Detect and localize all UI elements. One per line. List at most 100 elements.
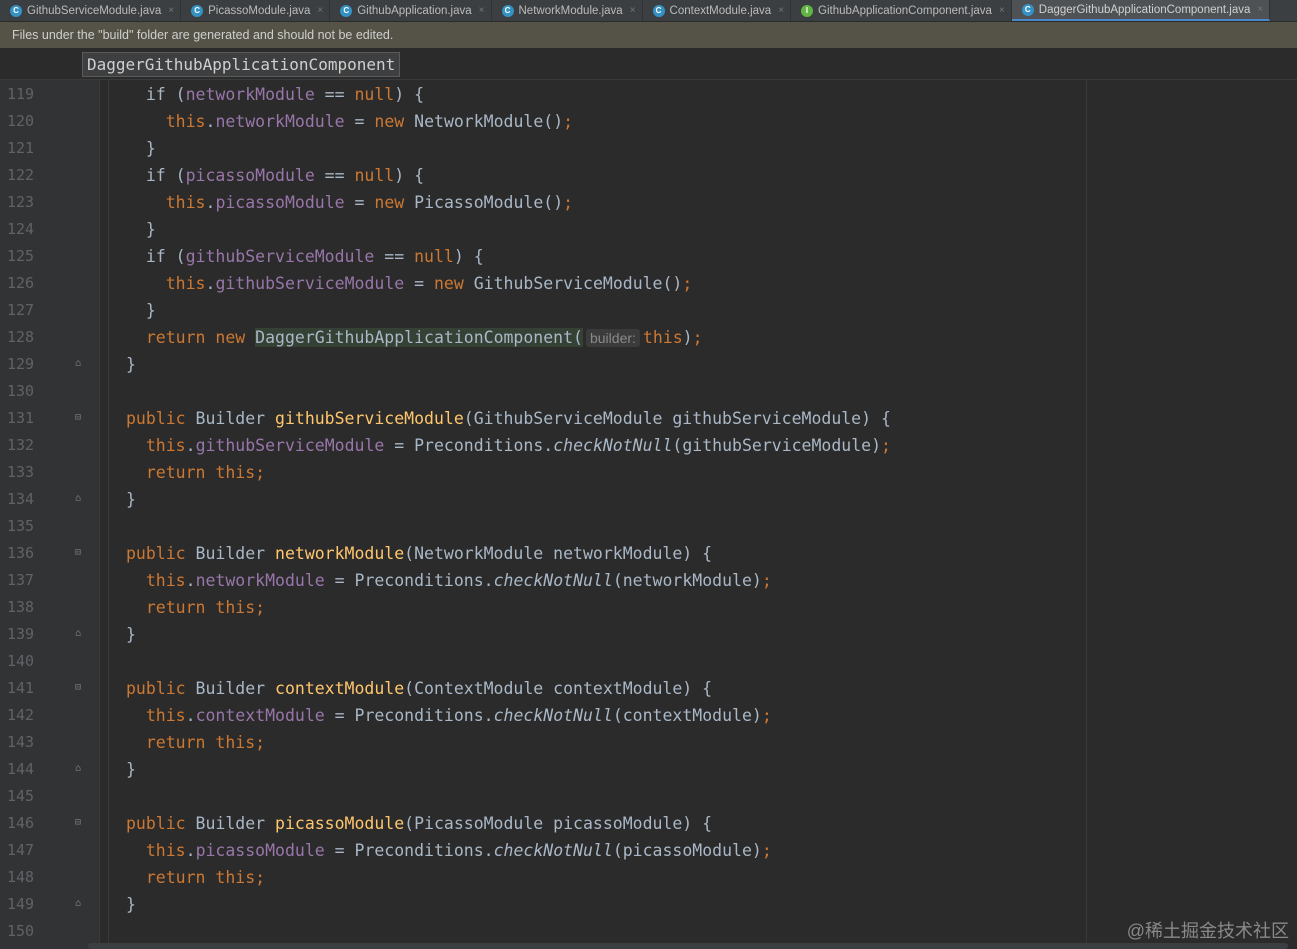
editor-tab[interactable]: C ContextModule.java × (643, 0, 792, 21)
fold-start-icon[interactable]: ⊟ (72, 412, 84, 424)
line-number: 142 (7, 706, 35, 724)
line-number: 147 (7, 841, 35, 859)
fold-end-icon[interactable]: ⌂ (72, 493, 84, 505)
code-text: } (126, 625, 136, 644)
code-line: 137 this.networkModule = Preconditions.c… (0, 567, 1297, 594)
code-line: 140 (0, 648, 1297, 675)
close-icon[interactable]: × (778, 5, 784, 16)
code-line: 144 ⌂} (0, 756, 1297, 783)
code-text: if (githubServiceModule == null) { (126, 247, 484, 266)
fold-end-icon[interactable]: ⌂ (72, 763, 84, 775)
line-number: 120 (7, 112, 35, 130)
line-number: 138 (7, 598, 35, 616)
code-line: 146 ⊟ public Builder picassoModule(Picasso… (0, 810, 1297, 837)
class-file-icon: C (652, 4, 665, 17)
code-text: } (126, 220, 156, 239)
line-number: 133 (7, 463, 35, 481)
generated-files-banner: Files under the "build" folder are gener… (0, 22, 1297, 48)
code-text: this.networkModule = new NetworkModule()… (165, 112, 574, 131)
line-number: 123 (7, 193, 35, 211)
fold-end-icon[interactable]: ⌂ (72, 898, 84, 910)
code-line: 130 (0, 378, 1297, 405)
line-number: 128 (7, 328, 35, 346)
fold-start-icon[interactable]: ⊟ (72, 817, 84, 829)
tab-label: GithubApplication.java (357, 4, 472, 17)
code-line: 124 } (0, 216, 1297, 243)
code-line: 125 if (githubServiceModule == null) { (0, 243, 1297, 270)
code-text: } (126, 301, 156, 320)
line-number: 141 (7, 679, 35, 697)
close-icon[interactable]: × (1257, 4, 1263, 15)
line-number: 132 (7, 436, 35, 454)
code-line: 142 this.contextModule = Preconditions.c… (0, 702, 1297, 729)
line-number: 122 (7, 166, 35, 184)
line-number: 145 (7, 787, 35, 805)
close-icon[interactable]: × (168, 5, 174, 16)
editor-tab[interactable]: C GithubServiceModule.java × (0, 0, 182, 21)
fold-end-icon[interactable]: ⌂ (72, 358, 84, 370)
code-line: 141 ⊟ public Builder contextModule(Context… (0, 675, 1297, 702)
code-line: 132 this.githubServiceModule = Precondit… (0, 432, 1297, 459)
close-icon[interactable]: × (630, 5, 636, 16)
fold-start-icon[interactable]: ⊟ (72, 682, 84, 694)
code-text: } (126, 139, 156, 158)
editor-tab[interactable]: I GithubApplicationComponent.java × (791, 0, 1012, 21)
code-text: public Builder contextModule(ContextModu… (126, 679, 713, 698)
fold-start-icon[interactable]: ⊟ (72, 547, 84, 559)
breadcrumb[interactable]: DaggerGithubApplicationComponent (82, 52, 401, 77)
code-line: 128 return new DaggerGithubApplicationCo… (0, 324, 1297, 351)
code-line: 129 ⌂} (0, 351, 1297, 378)
line-number: 134 (7, 490, 35, 508)
code-line: 145 (0, 783, 1297, 810)
tab-label: GithubServiceModule.java (27, 4, 162, 17)
line-number: 131 (7, 409, 35, 427)
code-text: } (126, 355, 136, 374)
line-number: 119 (7, 85, 35, 103)
code-text: return this; (145, 868, 266, 887)
editor-tab[interactable]: C GithubApplication.java × (330, 0, 492, 21)
code-text: this.picassoModule = new PicassoModule()… (165, 193, 574, 212)
code-line: 123 this.picassoModule = new PicassoModu… (0, 189, 1297, 216)
line-number: 135 (7, 517, 35, 535)
breadcrumb-bar: DaggerGithubApplicationComponent (0, 48, 1297, 80)
line-number: 129 (7, 355, 35, 373)
code-line: 139 ⌂} (0, 621, 1297, 648)
code-line: 150 (0, 918, 1297, 945)
editor-tab[interactable]: C NetworkModule.java × (492, 0, 643, 21)
class-file-icon: C (340, 4, 353, 17)
code-line: 143 return this; (0, 729, 1297, 756)
line-number: 124 (7, 220, 35, 238)
fold-end-icon[interactable]: ⌂ (72, 628, 84, 640)
code-line: 122 if (picassoModule == null) { (0, 162, 1297, 189)
code-text: this.picassoModule = Preconditions.check… (145, 841, 772, 860)
code-line: 121 } (0, 135, 1297, 162)
code-text: this.githubServiceModule = new GithubSer… (165, 274, 693, 293)
code-line: 119 if (networkModule == null) { (0, 81, 1297, 108)
close-icon[interactable]: × (999, 5, 1005, 16)
class-file-icon: C (1021, 3, 1034, 16)
code-text: return new DaggerGithubApplicationCompon… (145, 328, 703, 347)
editor-tab[interactable]: C DaggerGithubApplicationComponent.java × (1011, 0, 1271, 21)
watermark: @稀土掘金技术社区 (1126, 921, 1289, 941)
tab-label: DaggerGithubApplicationComponent.java (1038, 3, 1251, 16)
line-number: 136 (7, 544, 35, 562)
code-line: 147 this.picassoModule = Preconditions.c… (0, 837, 1297, 864)
code-line: 134 ⌂} (0, 486, 1297, 513)
horizontal-scrollbar[interactable] (88, 943, 1288, 949)
code-line: 135 (0, 513, 1297, 540)
editor-tab-bar: C GithubServiceModule.java × C PicassoModule… (0, 0, 1297, 22)
tab-label: NetworkModule.java (518, 4, 623, 17)
class-file-icon: C (501, 4, 514, 17)
close-icon[interactable]: × (317, 5, 323, 16)
code-line: 120 this.networkModule = new NetworkModu… (0, 108, 1297, 135)
line-number: 137 (7, 571, 35, 589)
line-number: 150 (7, 922, 35, 940)
line-number: 127 (7, 301, 35, 319)
code-line: 133 return this; (0, 459, 1297, 486)
code-line: 148 return this; (0, 864, 1297, 891)
class-file-icon: C (191, 4, 204, 17)
code-text: return this; (145, 463, 266, 482)
editor-tab[interactable]: C PicassoModule.java × (181, 0, 331, 21)
close-icon[interactable]: × (479, 5, 485, 16)
code-text: public Builder networkModule(NetworkModu… (126, 544, 713, 563)
